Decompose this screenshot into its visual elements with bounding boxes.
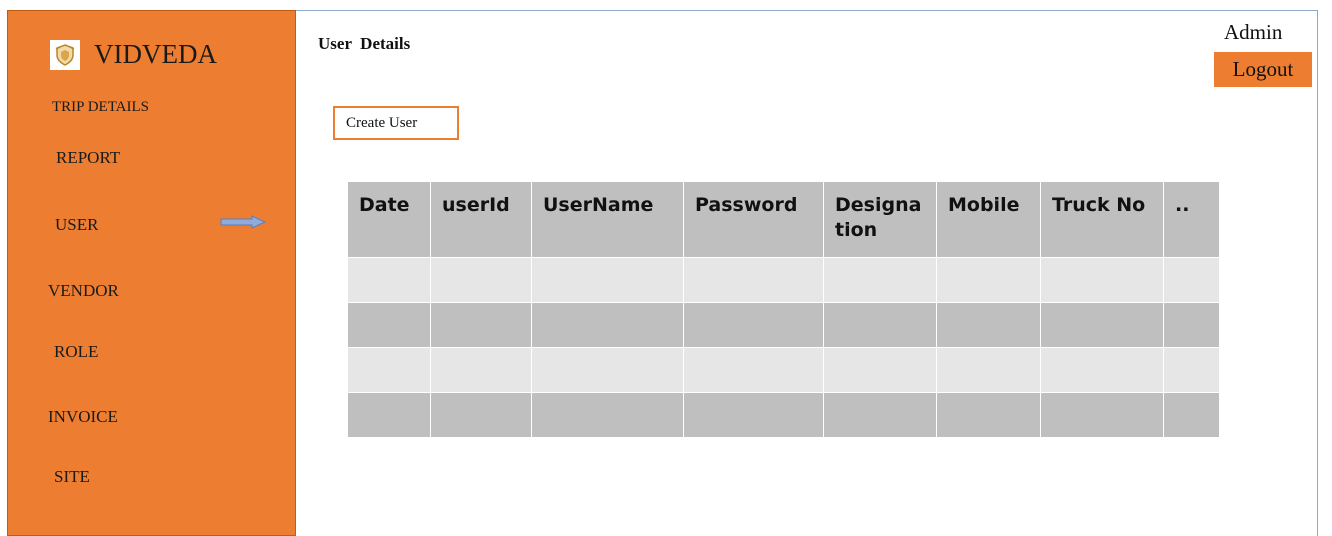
column-header-designation[interactable]: Designa tion [823,181,937,258]
table-cell [936,347,1041,393]
users-table: Date userId UserName Password Designa ti… [347,181,1220,438]
table-cell [347,392,431,438]
table-cell [683,347,824,393]
page-title: User Details [318,34,411,53]
column-header-truck-no[interactable]: Truck No [1040,181,1164,258]
logout-button[interactable]: Logout [1214,52,1312,87]
table-row[interactable] [347,257,1220,303]
sidebar-item-user[interactable]: USER [55,215,98,235]
column-header-mobile[interactable]: Mobile [936,181,1041,258]
table-cell [1040,392,1164,438]
table-cell [531,392,684,438]
table-cell [683,257,824,303]
logo-icon [50,39,80,70]
table-cell [936,392,1041,438]
sidebar-item-report[interactable]: REPORT [56,148,120,168]
sidebar: VIDVEDA TRIP DETAILS REPORT USER VENDOR … [7,10,296,536]
table-cell [531,302,684,348]
brand-name: VIDVEDA [94,39,217,69]
table-cell [823,302,937,348]
column-header-date[interactable]: Date [347,181,431,258]
column-header-more[interactable]: .. [1163,181,1220,258]
table-cell [347,302,431,348]
table-cell [683,392,824,438]
table-cell [430,392,532,438]
brand: VIDVEDA [50,39,217,70]
table-cell [823,347,937,393]
sidebar-item-role[interactable]: ROLE [54,342,98,362]
sidebar-item-invoice[interactable]: INVOICE [48,407,118,427]
table-cell [936,302,1041,348]
table-cell [347,347,431,393]
table-cell [1040,302,1164,348]
table-cell [683,302,824,348]
table-row[interactable] [347,392,1220,438]
admin-label: Admin [1224,20,1283,44]
table-cell [1163,347,1220,393]
column-header-username[interactable]: UserName [531,181,684,258]
table-cell [347,257,431,303]
right-arrow-icon [220,215,267,234]
sidebar-item-trip-details[interactable]: TRIP DETAILS [52,99,149,116]
table-cell [430,257,532,303]
column-header-userid[interactable]: userId [430,181,532,258]
column-header-password[interactable]: Password [683,181,824,258]
table-row[interactable] [347,347,1220,393]
table-cell [430,347,532,393]
table-cell [936,257,1041,303]
table-cell [1163,392,1220,438]
sidebar-item-vendor[interactable]: VENDOR [48,281,119,301]
table-cell [1163,302,1220,348]
table-cell [531,257,684,303]
table-row[interactable] [347,302,1220,348]
table-cell [1040,347,1164,393]
table-cell [823,392,937,438]
table-cell [1040,257,1164,303]
table-cell [531,347,684,393]
table-header-row: Date userId UserName Password Designa ti… [347,181,1220,258]
sidebar-item-site[interactable]: SITE [54,467,90,487]
table-cell [1163,257,1220,303]
create-user-button[interactable]: Create User [333,106,459,140]
table-cell [430,302,532,348]
table-cell [823,257,937,303]
